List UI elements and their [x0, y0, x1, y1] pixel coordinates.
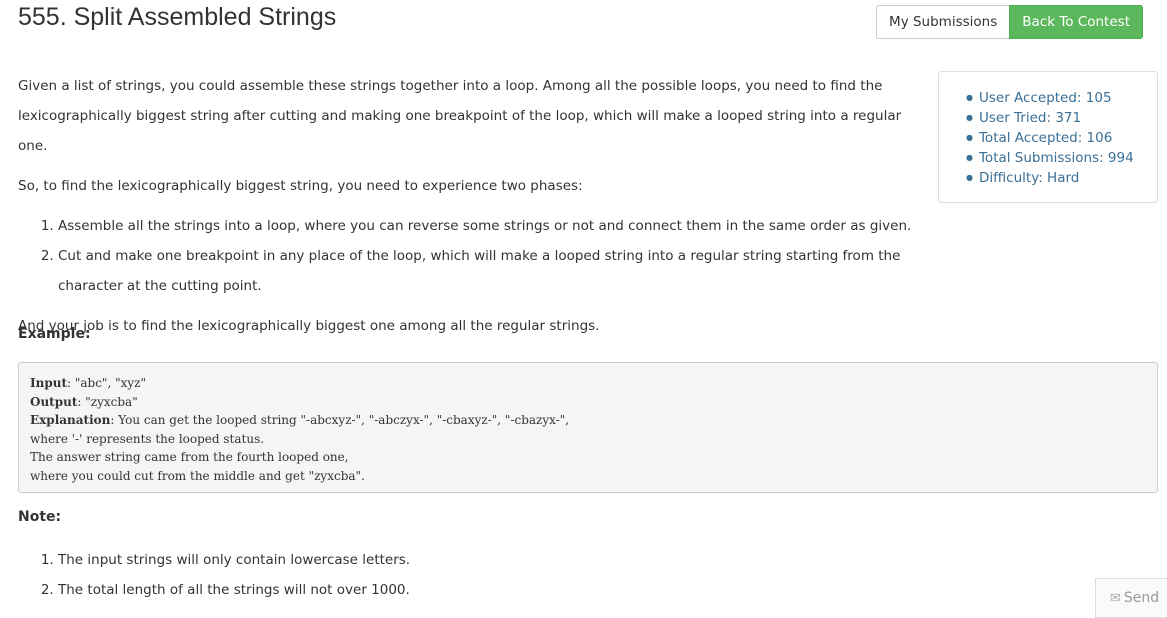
send-feedback-button[interactable]: ✉ Send: [1095, 578, 1167, 618]
stat-user-accepted: User Accepted: 105: [966, 88, 1157, 108]
output-label: Output: [30, 394, 78, 409]
input-value: : "abc", "xyz": [67, 376, 146, 390]
stat-difficulty: Difficulty: Hard: [966, 168, 1157, 188]
phase-item: Assemble all the strings into a loop, wh…: [58, 211, 923, 241]
send-label: Send: [1123, 590, 1160, 606]
header-actions: My Submissions Back To Contest: [876, 5, 1143, 39]
notes-list: The input strings will only contain lowe…: [18, 545, 938, 605]
description-paragraph: Given a list of strings, you could assem…: [18, 78, 902, 154]
note-heading: Note:: [18, 509, 62, 525]
example-heading: Example:: [18, 326, 91, 342]
stats-list: User Accepted: 105 User Tried: 371 Total…: [966, 88, 1157, 188]
explanation-label: Explanation: [30, 413, 111, 428]
input-label: Input: [30, 376, 67, 390]
explanation-line: where you could cut from the middle and …: [30, 468, 365, 483]
stat-total-accepted: Total Accepted: 106: [966, 128, 1157, 148]
explanation-value: : You can get the looped string "-abcxyz…: [110, 413, 570, 428]
note-item: The input strings will only contain lowe…: [58, 545, 938, 575]
back-to-contest-button[interactable]: Back To Contest: [1009, 5, 1143, 39]
note-item: The total length of all the strings will…: [58, 575, 938, 605]
phase-item: Cut and make one breakpoint in any place…: [58, 241, 923, 301]
output-value: : "zyxcba": [77, 394, 138, 409]
problem-description: Given a list of strings, you could assem…: [18, 71, 923, 351]
phases-list: Assemble all the strings into a loop, wh…: [18, 211, 923, 301]
example-code-block: Input: "abc", "xyz" Output: "zyxcba" Exp…: [18, 362, 1158, 493]
page-title: 555. Split Assembled Strings: [18, 3, 337, 31]
stat-total-submissions: Total Submissions: 994: [966, 148, 1157, 168]
description-paragraph: So, to find the lexicographically bigges…: [18, 178, 583, 194]
envelope-icon: ✉: [1110, 591, 1121, 606]
explanation-line: where '-' represents the looped status.: [30, 431, 265, 446]
problem-stats-panel: User Accepted: 105 User Tried: 371 Total…: [938, 71, 1158, 203]
my-submissions-button[interactable]: My Submissions: [876, 5, 1011, 39]
description-paragraph: And your job is to find the lexicographi…: [18, 318, 600, 334]
stat-user-tried: User Tried: 371: [966, 108, 1157, 128]
explanation-line: The answer string came from the fourth l…: [30, 450, 349, 465]
